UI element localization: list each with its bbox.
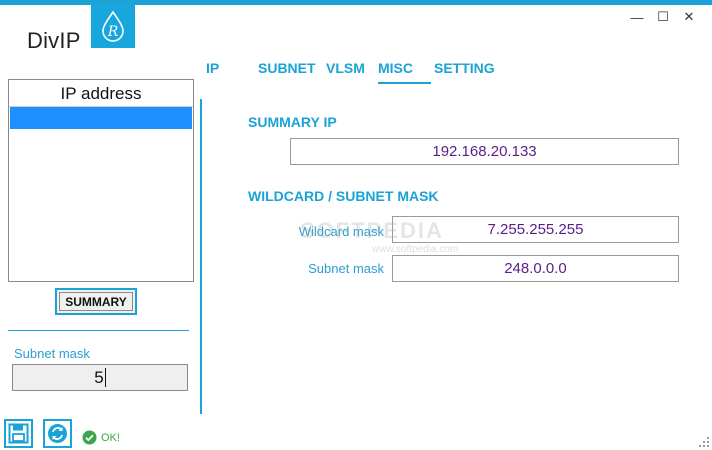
sidebar-divider — [8, 330, 189, 331]
tab-ip[interactable]: IP — [206, 60, 219, 84]
close-button[interactable]: ✕ — [676, 9, 702, 25]
app-title: DivIP — [27, 28, 81, 53]
save-button[interactable] — [4, 419, 33, 448]
tab-vlsm[interactable]: VLSM — [326, 60, 365, 84]
wildcard-section-title: WILDCARD / SUBNET MASK — [248, 188, 439, 204]
watermark: SOFTPEDIA — [300, 218, 444, 243]
minimize-button[interactable]: — — [624, 9, 650, 25]
panel-divider — [200, 99, 202, 414]
summary-ip-title: SUMMARY IP — [248, 114, 337, 130]
logo-letter: R — [107, 24, 119, 40]
subnet-mask-label: Subnet mask — [14, 346, 90, 361]
status-text: OK! — [101, 431, 120, 444]
summary-button-label: SUMMARY — [65, 294, 127, 309]
subnet-mask-input[interactable]: 5 — [12, 364, 188, 391]
subnet-mask-result-field[interactable]: 248.0.0.0 — [392, 255, 679, 282]
window-controls: — ☐ ✕ — [624, 9, 702, 25]
drop-logo-icon: R — [102, 10, 124, 42]
tab-subnet[interactable]: SUBNET — [258, 60, 316, 84]
summary-button[interactable]: SUMMARY — [55, 288, 137, 315]
watermark-url: www.softpedia.com — [372, 244, 459, 255]
tab-misc[interactable]: MISC — [378, 60, 431, 84]
text-caret — [104, 368, 106, 387]
tab-setting[interactable]: SETTING — [434, 60, 495, 84]
subnet-mask-input-value: 5 — [94, 367, 104, 387]
refresh-icon — [48, 424, 67, 443]
check-circle-icon — [82, 430, 97, 445]
list-header: IP address — [9, 80, 193, 107]
ip-address-list[interactable]: IP address — [8, 79, 194, 282]
save-icon — [8, 423, 29, 444]
summary-ip-field[interactable]: 192.168.20.133 — [290, 138, 679, 165]
list-item-selected[interactable] — [10, 107, 192, 129]
subnet-mask-result-label: Subnet mask — [308, 261, 384, 276]
maximize-button[interactable]: ☐ — [650, 9, 676, 25]
status-indicator: OK! — [82, 430, 120, 445]
app-logo: R — [91, 4, 135, 48]
resize-grip-icon[interactable] — [699, 437, 709, 447]
refresh-button[interactable] — [43, 419, 72, 448]
